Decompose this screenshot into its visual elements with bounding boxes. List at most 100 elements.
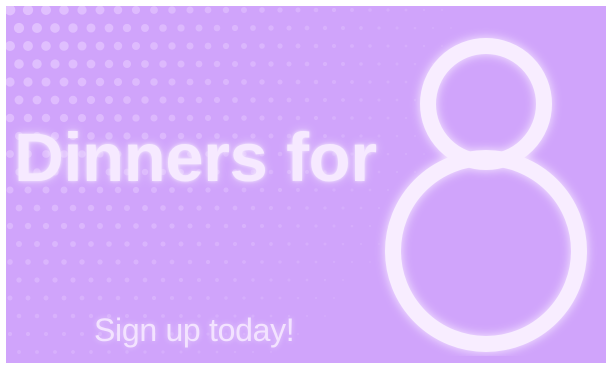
pattern-dot xyxy=(113,6,123,15)
pattern-dot xyxy=(341,242,345,246)
pattern-dot xyxy=(278,296,282,300)
pattern-dot xyxy=(169,259,175,265)
pattern-dot xyxy=(213,96,221,104)
pattern-dot xyxy=(241,79,247,85)
pattern-dot xyxy=(223,259,229,265)
pattern-dot xyxy=(159,24,167,32)
pattern-dot xyxy=(359,206,363,210)
pattern-dot xyxy=(359,98,363,102)
signup-call-to-action[interactable]: Sign up today! xyxy=(94,310,295,350)
pattern-dot xyxy=(313,79,319,85)
pattern-dot xyxy=(341,278,345,282)
pattern-dot xyxy=(269,350,273,354)
pattern-dot xyxy=(222,78,230,86)
pattern-dot xyxy=(295,7,301,13)
pattern-dot xyxy=(222,42,230,50)
pattern-dot xyxy=(350,260,354,264)
pattern-dot xyxy=(23,77,33,87)
pattern-dot xyxy=(50,95,60,105)
pattern-dot xyxy=(106,241,112,247)
pattern-dot xyxy=(141,60,149,68)
pattern-dot xyxy=(33,204,41,212)
pattern-dot xyxy=(96,222,104,230)
pattern-dot xyxy=(95,6,105,15)
pattern-dot xyxy=(286,97,292,103)
pattern-dot xyxy=(160,205,166,211)
pattern-dot xyxy=(286,61,292,67)
pattern-dot xyxy=(133,295,139,301)
pattern-dot xyxy=(41,6,51,15)
pattern-dot xyxy=(323,242,327,246)
pattern-dot xyxy=(322,25,328,31)
pattern-dot xyxy=(34,241,40,247)
pattern-dot xyxy=(43,259,49,265)
pattern-dot xyxy=(68,95,78,105)
pattern-dot xyxy=(89,350,93,354)
pattern-dot xyxy=(204,42,212,50)
pattern-dot xyxy=(187,223,193,229)
pattern-dot xyxy=(168,42,176,50)
pattern-dot xyxy=(97,259,103,265)
pattern-dot xyxy=(15,240,23,248)
pattern-dot xyxy=(131,41,141,51)
pattern-dot xyxy=(186,42,194,50)
pattern-dot xyxy=(70,277,76,283)
pattern-dot xyxy=(196,205,202,211)
pattern-dot xyxy=(142,277,148,283)
pattern-dot xyxy=(215,278,219,282)
pattern-dot xyxy=(6,222,14,230)
pattern-dot xyxy=(17,350,21,354)
pattern-dot xyxy=(359,26,363,30)
pattern-dot xyxy=(331,7,337,13)
pattern-dot xyxy=(7,331,13,337)
pattern-dot xyxy=(242,296,246,300)
pattern-dot xyxy=(368,8,372,12)
pattern-dot xyxy=(269,242,273,246)
pattern-dot xyxy=(15,204,23,212)
pattern-dot xyxy=(204,6,212,14)
pattern-dot xyxy=(205,223,211,229)
pattern-dot xyxy=(305,242,309,246)
promo-banner[interactable]: Dinners for 8 Sign up today! xyxy=(6,6,606,363)
pattern-dot xyxy=(177,60,185,68)
pattern-dot xyxy=(233,350,237,354)
pattern-dot xyxy=(142,205,148,211)
pattern-dot xyxy=(71,350,75,354)
pattern-dot xyxy=(305,314,309,318)
pattern-dot xyxy=(359,242,363,246)
pattern-dot xyxy=(440,8,444,12)
pattern-dot xyxy=(323,206,327,210)
pattern-dot xyxy=(213,60,221,68)
pattern-dot xyxy=(151,223,157,229)
pattern-dot xyxy=(278,260,282,264)
pattern-dot xyxy=(77,41,87,51)
pattern-dot xyxy=(68,59,78,69)
pattern-dot xyxy=(31,22,43,34)
pattern-dot xyxy=(51,204,59,212)
pattern-dot xyxy=(115,259,121,265)
pattern-dot xyxy=(304,61,310,67)
pattern-dot xyxy=(323,278,327,282)
pattern-dot xyxy=(133,259,139,265)
pattern-dot xyxy=(296,260,300,264)
pattern-dot xyxy=(107,350,111,354)
pattern-dot xyxy=(369,261,371,263)
pattern-dot xyxy=(16,277,22,283)
pattern-dot xyxy=(331,79,337,85)
pattern-dot xyxy=(368,80,372,84)
pattern-dot xyxy=(68,23,78,33)
pattern-dot xyxy=(79,259,85,265)
pattern-dot xyxy=(186,6,194,14)
pattern-dot xyxy=(42,222,50,230)
pattern-dot xyxy=(240,6,248,14)
pattern-dot xyxy=(160,277,166,283)
pattern-dot xyxy=(150,42,158,50)
pattern-dot xyxy=(251,242,255,246)
pattern-dot xyxy=(251,350,255,354)
pattern-dot xyxy=(313,43,319,49)
pattern-dot xyxy=(341,98,345,102)
pattern-dot xyxy=(332,224,336,228)
pattern-dot xyxy=(359,62,363,66)
pattern-dot xyxy=(287,206,291,210)
pattern-dot xyxy=(59,77,69,87)
